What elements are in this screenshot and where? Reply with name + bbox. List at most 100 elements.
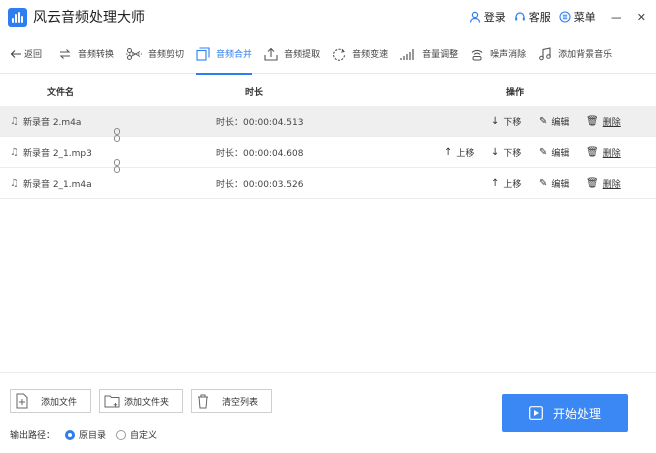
chain-link-icon <box>114 128 120 142</box>
pencil-icon: ✎ <box>539 178 548 189</box>
tab-label: 添加背景音乐 <box>558 50 613 60</box>
clear-list-label: 清空列表 <box>222 397 259 408</box>
back-button[interactable]: 返回 <box>4 34 52 74</box>
edit-button[interactable]: ✎ 编辑 <box>539 168 569 199</box>
app-window: 风云音频处理大师 登录 客服 菜单 － ✕ 返回 音频转换 音频剪切 音频合并 … <box>0 0 656 453</box>
file-duration: 时长：00:00:04.608 <box>216 149 304 159</box>
file-list: ♫ 新录音 2.m4a 时长：00:00:04.513 ↓ 下移 ✎ 编辑 🗑 删除 ♫… <box>0 106 656 199</box>
table-row[interactable]: ♫ 新录音 2_1.mp3 时长：00:00:04.608 ↑ 上移 ↓ 下移 ✎ 编辑… <box>0 137 656 173</box>
speed-icon <box>333 48 346 61</box>
file-duration: 时长：00:00:03.526 <box>216 180 304 190</box>
merge-icon <box>196 46 210 61</box>
menu-icon <box>559 11 571 23</box>
tab-audio-speed[interactable]: 音频变速 <box>326 34 394 74</box>
add-file-button[interactable]: 添加文件 <box>10 389 91 413</box>
tab-volume-adjust[interactable]: 音量调整 <box>394 34 464 74</box>
edit-label: 编辑 <box>551 118 570 128</box>
delete-button[interactable]: 🗑 删除 <box>586 106 621 137</box>
arrow-down-icon: ↓ <box>491 147 500 158</box>
radio-original-label: 原目录 <box>79 431 107 441</box>
table-header: 文件名 时长 操作 <box>0 74 656 108</box>
tab-audio-cut[interactable]: 音频剪切 <box>120 34 190 74</box>
delete-label: 删除 <box>602 149 621 159</box>
back-label: 返回 <box>24 50 43 60</box>
move-up-button[interactable]: ↑ 上移 <box>444 137 474 168</box>
delete-label: 删除 <box>602 180 621 190</box>
move-down-button[interactable]: ↓ 下移 <box>491 106 521 137</box>
move-down-label: 下移 <box>503 118 522 128</box>
footer-divider <box>0 372 656 373</box>
file-name: 新录音 2_1.m4a <box>22 180 92 190</box>
file-duration: 时长：00:00:04.513 <box>216 118 304 128</box>
move-up-button[interactable]: ↑ 上移 <box>491 168 521 199</box>
start-processing-button[interactable]: 开始处理 <box>502 394 628 432</box>
login-button[interactable]: 登录 <box>469 9 506 25</box>
radio-checked-icon <box>65 429 76 440</box>
add-file-label: 添加文件 <box>41 397 78 408</box>
arrow-down-icon: ↓ <box>491 116 500 127</box>
radio-custom-label: 自定义 <box>130 431 158 441</box>
tab-label: 噪声消除 <box>490 50 527 60</box>
file-name: 新录音 2.m4a <box>22 118 82 128</box>
tab-add-bgm[interactable]: 添加背景音乐 <box>532 34 618 74</box>
tab-audio-merge[interactable]: 音频合并 <box>190 34 258 75</box>
tab-label: 音频剪切 <box>148 50 185 60</box>
trash-icon: 🗑 <box>586 116 599 127</box>
delete-label: 删除 <box>602 118 621 128</box>
column-header-name: 文件名 <box>47 87 75 98</box>
scissors-icon <box>126 47 143 60</box>
extract-icon <box>264 47 278 61</box>
tab-label: 音频变速 <box>352 50 389 60</box>
music-note-icon <box>539 46 551 60</box>
edit-button[interactable]: ✎ 编辑 <box>539 137 569 168</box>
add-folder-button[interactable]: 添加文件夹 <box>99 389 183 413</box>
table-row[interactable]: ♫ 新录音 2.m4a 时长：00:00:04.513 ↓ 下移 ✎ 编辑 🗑 删除 <box>0 106 656 142</box>
trash-icon: 🗑 <box>586 147 599 158</box>
tab-audio-convert[interactable]: 音频转换 <box>52 34 120 74</box>
pencil-icon: ✎ <box>539 116 548 127</box>
radio-custom-dir[interactable]: 自定义 <box>116 428 157 441</box>
login-label: 登录 <box>483 11 506 24</box>
radio-original-dir[interactable]: 原目录 <box>65 428 106 441</box>
trash-bin-icon <box>198 394 208 409</box>
app-title: 风云音频处理大师 <box>33 10 145 26</box>
arrow-up-icon: ↑ <box>444 147 453 158</box>
tab-audio-extract[interactable]: 音频提取 <box>258 34 326 74</box>
headset-icon <box>514 12 525 21</box>
arrow-up-icon: ↑ <box>491 178 500 189</box>
music-file-icon: ♫ <box>10 178 19 189</box>
back-arrow-icon <box>10 49 21 58</box>
music-file-icon: ♫ <box>10 116 19 127</box>
start-processing-label: 开始处理 <box>552 406 601 421</box>
edit-label: 编辑 <box>551 180 570 190</box>
close-button[interactable]: ✕ <box>637 11 646 24</box>
pencil-icon: ✎ <box>539 147 548 158</box>
tab-noise-removal[interactable]: 噪声消除 <box>464 34 532 74</box>
tab-label: 音频提取 <box>284 50 321 60</box>
chain-link-icon <box>114 159 120 173</box>
table-row[interactable]: ♫ 新录音 2_1.m4a 时长：00:00:03.526 ↑ 上移 ✎ 编辑 🗑 删除 <box>0 168 656 199</box>
edit-label: 编辑 <box>551 149 570 159</box>
delete-button[interactable]: 🗑 删除 <box>586 137 621 168</box>
app-logo-icon <box>8 7 27 27</box>
clear-list-button[interactable]: 清空列表 <box>191 389 272 413</box>
move-down-label: 下移 <box>503 149 522 159</box>
menu-button[interactable]: 菜单 <box>559 9 596 25</box>
trash-icon: 🗑 <box>586 178 599 189</box>
edit-button[interactable]: ✎ 编辑 <box>539 106 569 137</box>
user-icon <box>469 11 480 23</box>
output-path: 输出路径： 原目录 自定义 <box>10 428 157 441</box>
tab-label: 音量调整 <box>422 50 459 60</box>
service-button[interactable]: 客服 <box>514 9 551 25</box>
volume-icon <box>400 48 414 60</box>
radio-unchecked-icon <box>116 429 127 440</box>
output-path-label: 输出路径： <box>10 431 56 441</box>
move-down-button[interactable]: ↓ 下移 <box>491 137 521 168</box>
music-file-icon: ♫ <box>10 147 19 158</box>
column-header-duration: 时长 <box>245 87 264 98</box>
minimize-button[interactable]: － <box>610 8 623 27</box>
add-folder-label: 添加文件夹 <box>124 397 170 408</box>
delete-button[interactable]: 🗑 删除 <box>586 168 621 199</box>
file-actions: 添加文件 添加文件夹 清空列表 <box>10 389 272 413</box>
toolbar: 返回 音频转换 音频剪切 音频合并 音频提取 音频变速 音量调整 噪声消除 添加… <box>0 34 656 75</box>
